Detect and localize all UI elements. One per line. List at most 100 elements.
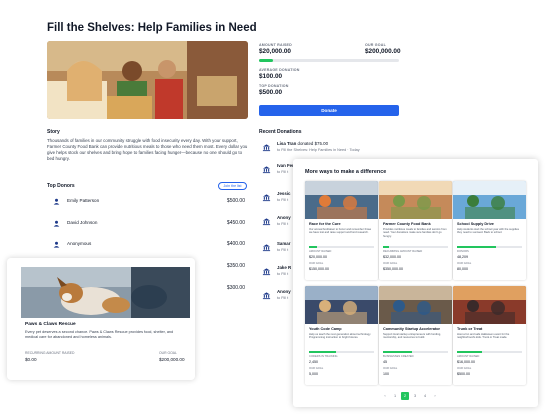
campaign-card-goal-label: OUR GOAL — [383, 367, 398, 370]
campaign-card[interactable]: Youth Code Camp Help us teach the next ge… — [305, 286, 378, 385]
campaign-card-description: Help us teach the next generation about … — [309, 333, 371, 340]
paws-description: Every pet deserves a second chance. Paws… — [25, 330, 174, 339]
average-donation-label: AVERAGE DONATION — [259, 68, 300, 72]
recent-donor-name: Anony — [277, 215, 291, 220]
recent-donation-text: Jessic — [277, 191, 290, 196]
donor-building-icon — [262, 244, 271, 252]
recent-donor-name: Anony — [277, 289, 291, 294]
campaign-card[interactable]: Community Startup Accelerator Support loc… — [379, 286, 452, 385]
campaign-title: Fill the Shelves: Help Families in Need — [47, 22, 257, 34]
campaign-card-progress-fill — [383, 351, 413, 353]
campaign-card-goal-value: 100 — [383, 372, 389, 376]
campaign-card-stat-label: AMOUNT RAISED — [457, 355, 480, 358]
recent-donation-sub: to Fill t — [277, 296, 289, 300]
pagination: ‹ 1 2 3 4 › — [381, 392, 439, 400]
donor-name: David Johnson — [67, 220, 98, 225]
paws-raised-label: RECURRING AMOUNT RAISED — [25, 351, 75, 355]
pagination-prev[interactable]: ‹ — [381, 392, 389, 400]
user-icon — [53, 198, 60, 205]
campaign-card[interactable]: Trunk or Treat Host a fun and safe Hallow… — [453, 286, 526, 385]
paws-title: Paws & Claws Rescue — [25, 322, 76, 327]
pagination-page[interactable]: 3 — [411, 392, 419, 400]
paws-goal-label: OUR GOAL — [159, 351, 177, 355]
campaign-card-stat-value: $20,000.00 — [309, 255, 327, 259]
top-donation-value: $500.00 — [259, 89, 283, 96]
recent-donation-item: Lisa Tran donated $75.00 to Fill the Shel… — [262, 141, 372, 159]
recent-donation-text: Anony — [277, 289, 291, 294]
campaign-card-goal-label: OUR GOAL — [457, 367, 472, 370]
campaign-progress-bar — [259, 59, 399, 62]
paws-raised-value: $0.00 — [25, 357, 37, 362]
campaign-card-progress — [383, 351, 448, 353]
recent-donation-sub: to Fill t — [277, 248, 289, 252]
campaign-card-goal-value: 80,000 — [457, 267, 468, 271]
donor-building-icon — [262, 268, 271, 276]
donor-building-icon — [262, 194, 271, 202]
campaign-card-progress-fill — [457, 246, 496, 248]
recent-donor-name: Jake R — [277, 265, 292, 270]
donor-building-icon — [262, 166, 271, 174]
donor-amount: $350.00 — [226, 263, 245, 269]
pagination-page[interactable]: 2 — [401, 392, 409, 400]
campaign-card-goal-label: OUR GOAL — [309, 262, 324, 265]
campaign-card-title: Farmer County Food Bank — [383, 222, 431, 226]
top-donation-label: TOP DONATION — [259, 84, 289, 88]
campaign-progress-fill — [259, 59, 273, 62]
campaign-card-progress — [457, 351, 522, 353]
story-title: Story — [47, 129, 60, 135]
user-icon — [53, 220, 60, 227]
goal-label: OUR GOAL — [365, 43, 386, 47]
campaign-card-progress-fill — [309, 351, 337, 353]
goal-value: $200,000.00 — [365, 48, 401, 55]
campaign-card-title: School Supply Drive — [457, 222, 494, 226]
paws-dog-image — [21, 267, 190, 318]
campaign-card-stat-label: RECURRING AMOUNT RAISED — [383, 250, 423, 253]
pagination-page[interactable]: 1 — [391, 392, 399, 400]
more-ways-title: More ways to make a difference — [305, 169, 387, 175]
recent-donor-name: Lisa Tran — [277, 141, 297, 146]
campaign-card-goal-value: $500.00 — [457, 372, 470, 376]
campaign-card[interactable]: School Supply Drive Help students start t… — [453, 181, 526, 280]
story-text: Thousands of families in our community s… — [47, 138, 248, 161]
campaign-card-progress — [457, 246, 522, 248]
donor-row: David Johnson $450.00 — [53, 219, 245, 229]
pagination-page[interactable]: 4 — [421, 392, 429, 400]
pagination-next[interactable]: › — [431, 392, 439, 400]
campaign-card-title: Trunk or Treat — [457, 327, 483, 331]
campaign-card-image — [453, 181, 526, 219]
campaign-card-stat-label: CODERS IN TRAINING — [309, 355, 338, 358]
donor-building-icon — [262, 218, 271, 226]
recent-donation-sub: to Fill t — [277, 198, 289, 202]
campaign-card-stat-value: $32,000.00 — [383, 255, 401, 259]
donor-amount: $450.00 — [226, 220, 245, 226]
campaign-card-progress — [309, 351, 374, 353]
campaign-card-description: Support local startup entrepreneurs with… — [383, 333, 441, 340]
campaign-card-description: Help students start the school year with… — [457, 228, 519, 235]
donor-amount: $500.00 — [226, 198, 245, 204]
recent-donation-sub: to Fill t — [277, 222, 289, 226]
donor-amount: $300.00 — [226, 285, 245, 291]
campaign-hero-image — [47, 41, 248, 119]
campaign-card[interactable]: Farmer County Food Bank Provides nutritio… — [379, 181, 452, 280]
campaign-card-stat-value: $16,000.00 — [457, 360, 475, 364]
campaign-card-goal-value: 5,000 — [309, 372, 318, 376]
recent-donation-text: Samar — [277, 241, 290, 246]
recent-donation-sub: to Fill the Shelves: Help Families in Ne… — [277, 148, 360, 152]
campaign-card-goal-value: $150,000.00 — [309, 267, 329, 271]
donor-building-icon — [262, 292, 271, 300]
donor-building-icon — [262, 144, 271, 152]
campaign-card-title: Youth Code Camp — [309, 327, 342, 331]
join-list-button[interactable]: Join the list — [218, 182, 247, 190]
campaign-card[interactable]: Race for the Cure Our annual fundraiser t… — [305, 181, 378, 280]
campaign-card-progress-fill — [457, 351, 482, 353]
donor-row: Emily Patterson $500.00 — [53, 197, 245, 207]
campaign-card-stat-value: 45 — [383, 360, 387, 364]
amount-raised-value: $20,000.00 — [259, 48, 291, 55]
campaign-card-image — [453, 286, 526, 324]
paws-campaign-card[interactable]: Paws & Claws Rescue Every pet deserves a… — [7, 258, 195, 380]
campaign-card-image — [379, 181, 452, 219]
donate-button[interactable]: Donate — [259, 105, 399, 116]
recent-donation-amount: $75.00 — [314, 141, 329, 146]
campaign-card-stat-label: DONORS — [457, 250, 469, 253]
campaign-card-title: Community Startup Accelerator — [383, 327, 441, 331]
